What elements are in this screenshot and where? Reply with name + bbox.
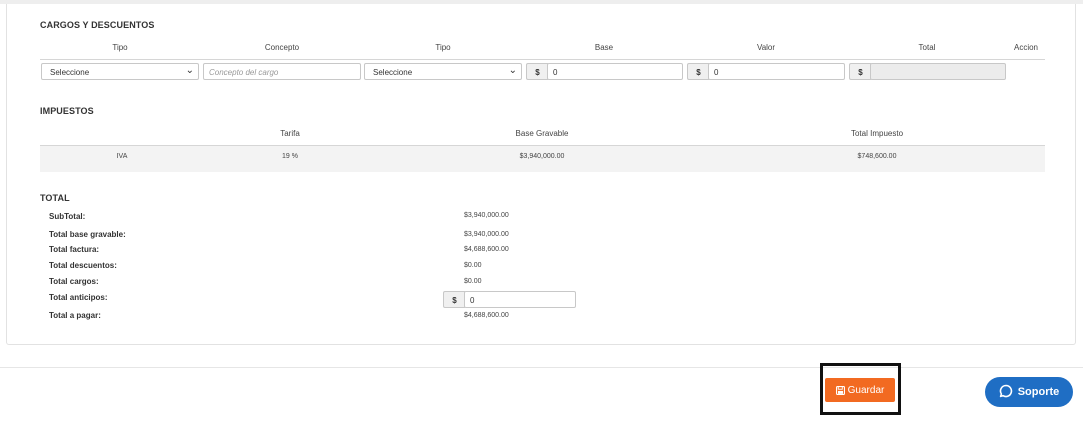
chevron-down-icon: ⌄: [185, 65, 194, 76]
subtotal-value: $3,940,000.00: [464, 212, 509, 219]
tipo-2-select-value: Seleccione: [373, 68, 413, 77]
anticipos-input[interactable]: 0: [464, 291, 576, 308]
total-descuentos-value: $0.00: [464, 262, 482, 269]
header-total: Total: [918, 43, 936, 52]
tax-total-impuesto: $748,600.00: [857, 153, 897, 160]
total-a-pagar-label: Total a pagar:: [49, 311, 101, 320]
header-total-impuesto: Total Impuesto: [850, 129, 904, 138]
chevron-down-icon: ⌄: [508, 65, 517, 76]
total-base-gravable-value: $3,940,000.00: [464, 231, 509, 238]
total-cargos-label: Total cargos:: [49, 277, 99, 286]
valor-currency-addon: $: [687, 63, 709, 80]
support-button[interactable]: Soporte: [985, 377, 1073, 407]
header-base-gravable: Base Gravable: [515, 129, 569, 138]
tax-tarifa: 19 %: [282, 153, 298, 160]
total-base-gravable-label: Total base gravable:: [49, 230, 126, 239]
save-button[interactable]: Guardar: [825, 378, 895, 402]
total-factura-value: $4,688,600.00: [464, 246, 509, 253]
total-a-pagar-value: $4,688,600.00: [464, 312, 509, 319]
valor-input[interactable]: 0: [708, 63, 845, 80]
support-button-label: Soporte: [1017, 386, 1060, 398]
base-currency-addon: $: [526, 63, 548, 80]
chat-bubble-icon: [999, 384, 1013, 401]
tipo-select-value: Seleccione: [50, 68, 90, 77]
header-concepto: Concepto: [264, 43, 300, 52]
total-input: [870, 63, 1006, 80]
total-cargos-value: $0.00: [464, 278, 482, 285]
impuestos-section-title: IMPUESTOS: [40, 106, 94, 116]
footer-divider: [0, 367, 1083, 368]
header-tarifa: Tarifa: [280, 129, 300, 138]
header-tipo: Tipo: [112, 43, 128, 52]
cargos-section-title: CARGOS Y DESCUENTOS: [40, 20, 155, 30]
save-button-label: Guardar: [847, 384, 885, 396]
floppy-disk-icon: [835, 385, 845, 395]
total-currency-addon: $: [849, 63, 871, 80]
anticipos-currency-addon: $: [443, 291, 465, 308]
header-accion: Accion: [1013, 43, 1038, 52]
header-tipo-2: Tipo: [435, 43, 451, 52]
cargos-header-divider: [40, 59, 1045, 60]
header-valor: Valor: [756, 43, 776, 52]
total-descuentos-label: Total descuentos:: [49, 261, 117, 270]
total-section-title: TOTAL: [40, 193, 70, 203]
tipo-select[interactable]: Seleccione ⌄: [41, 63, 199, 80]
tipo-2-select[interactable]: Seleccione ⌄: [364, 63, 522, 80]
concepto-input[interactable]: Concepto del cargo: [203, 63, 361, 80]
total-anticipos-label: Total anticipos:: [49, 293, 108, 302]
base-input[interactable]: 0: [547, 63, 683, 80]
tax-base-gravable: $3,940,000.00: [519, 153, 565, 160]
header-base: Base: [594, 43, 614, 52]
tax-name: IVA: [116, 153, 128, 160]
subtotal-label: SubTotal:: [49, 212, 86, 221]
total-factura-label: Total factura:: [49, 245, 100, 254]
